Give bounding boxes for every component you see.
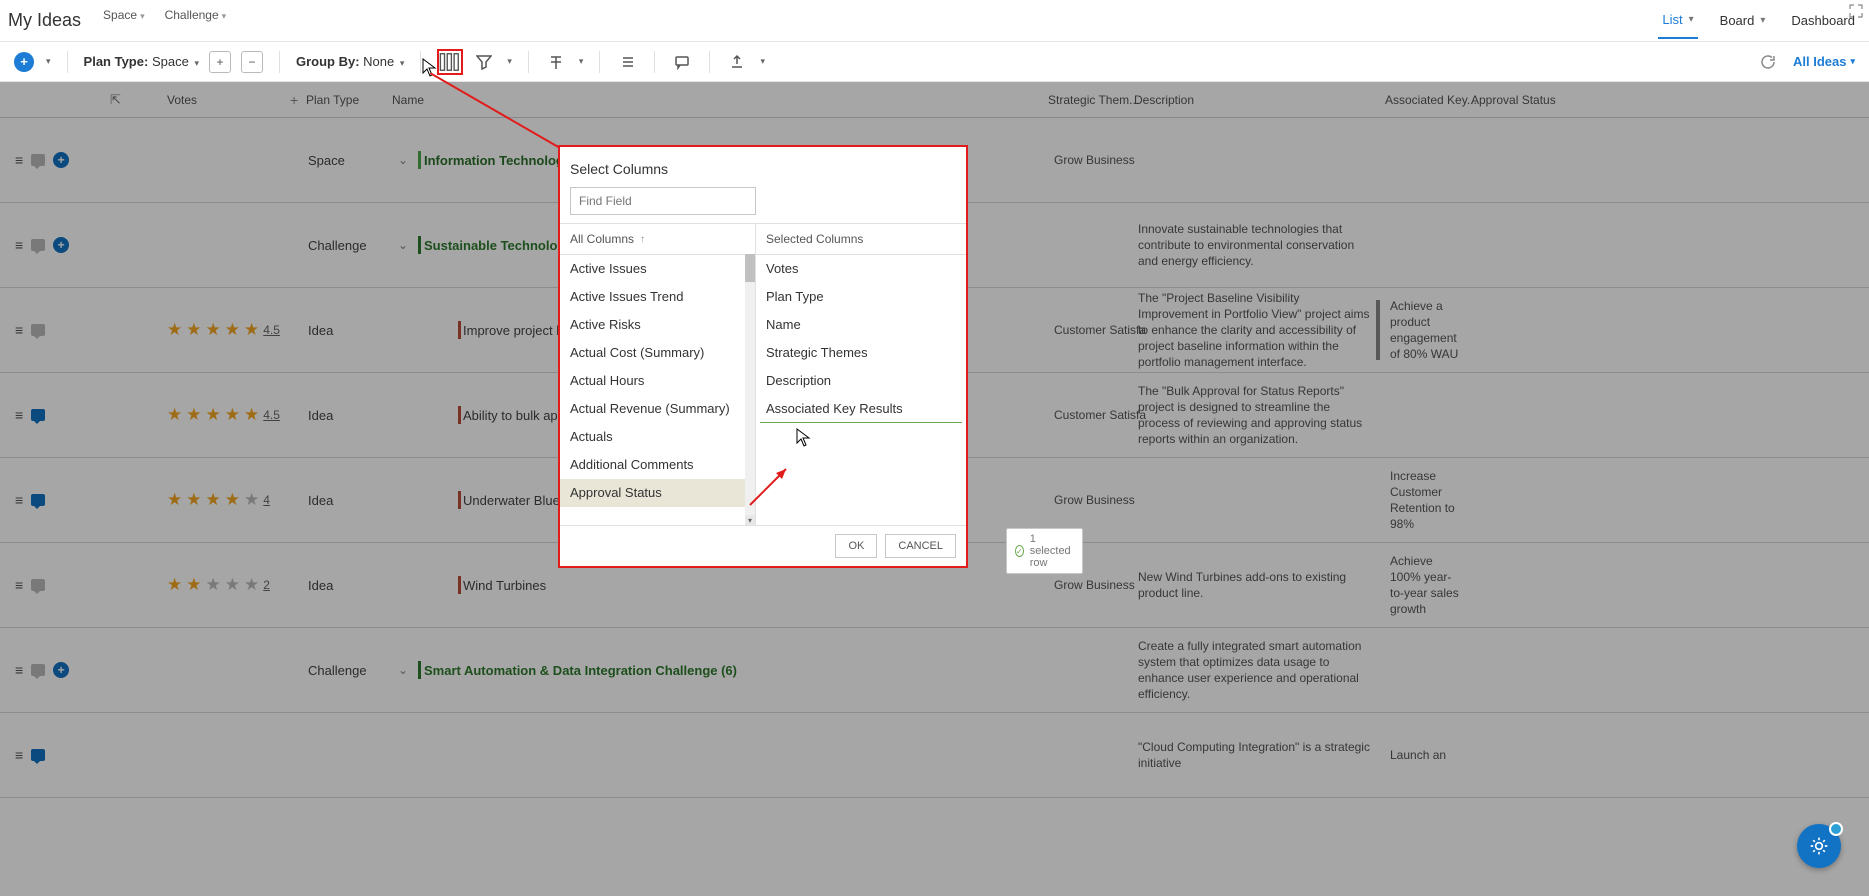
upload-icon[interactable]	[726, 51, 748, 73]
breadcrumb-space[interactable]: Space▾	[93, 4, 155, 26]
column-option[interactable]: Additional Comments	[560, 451, 755, 479]
separator	[528, 51, 529, 73]
separator	[709, 51, 710, 73]
collapse-minus-icon[interactable]: −	[241, 51, 263, 73]
check-icon: ✓	[1015, 545, 1024, 557]
all-ideas-dropdown[interactable]: All Ideas▾	[1793, 54, 1855, 69]
view-board[interactable]: Board▾	[1716, 3, 1770, 38]
selected-column-item[interactable]: Associated Key Results	[756, 395, 966, 423]
notification-badge	[1829, 822, 1843, 836]
cursor-icon	[796, 428, 812, 448]
column-option[interactable]: Actual Hours	[560, 367, 755, 395]
view-dashboard[interactable]: Dashboard	[1787, 3, 1859, 38]
column-option[interactable]: Active Issues	[560, 255, 755, 283]
group-by-filter[interactable]: Group By: None ▾	[296, 54, 404, 69]
cursor-icon	[422, 58, 438, 78]
list-icon[interactable]	[616, 51, 638, 73]
sort-asc-icon: ↑	[640, 234, 645, 245]
column-option[interactable]: Approval Status	[560, 479, 755, 507]
selected-columns-header: Selected Columns	[756, 224, 966, 255]
toolbar: + ▾ Plan Type: Space ▾ + − Group By: Non…	[0, 42, 1869, 82]
selected-column-item[interactable]: Description	[756, 367, 966, 395]
breadcrumb-challenge[interactable]: Challenge▾	[155, 4, 237, 26]
all-columns-header[interactable]: All Columns↑	[560, 224, 755, 255]
separator	[599, 51, 600, 73]
selected-column-item[interactable]: Name	[756, 311, 966, 339]
help-fab[interactable]	[1797, 824, 1841, 868]
sort-icon[interactable]	[545, 51, 567, 73]
scroll-down-icon[interactable]: ▾	[745, 515, 755, 525]
page-title: My Ideas	[8, 10, 81, 31]
comment-icon[interactable]	[671, 51, 693, 73]
separator	[279, 51, 280, 73]
chevron-down-icon: ▾	[1689, 14, 1694, 25]
chevron-down-icon[interactable]: ▾	[46, 56, 51, 67]
all-columns-list: Active IssuesActive Issues TrendActive R…	[560, 255, 755, 525]
expand-plus-icon[interactable]: +	[209, 51, 231, 73]
select-columns-dialog: Select Columns All Columns↑ Active Issue…	[558, 145, 968, 568]
column-option[interactable]: Actual Cost (Summary)	[560, 339, 755, 367]
gear-icon	[1809, 836, 1829, 856]
chevron-down-icon: ▾	[140, 11, 145, 21]
find-field-input[interactable]	[570, 187, 756, 215]
column-option[interactable]: Actual Revenue (Summary)	[560, 395, 755, 423]
chevron-down-icon: ▾	[1760, 15, 1765, 26]
page-header: My Ideas Space▾ Challenge▾ List▾ Board▾ …	[0, 0, 1869, 42]
column-option[interactable]: Active Risks	[560, 311, 755, 339]
selected-column-item[interactable]: Plan Type	[756, 283, 966, 311]
chevron-down-icon[interactable]: ▾	[760, 56, 765, 67]
refresh-icon[interactable]	[1757, 51, 1779, 73]
scrollbar-thumb[interactable]	[745, 254, 755, 282]
selected-column-item[interactable]: Strategic Themes	[756, 339, 966, 367]
chevron-down-icon[interactable]: ▾	[507, 56, 512, 67]
separator	[654, 51, 655, 73]
plan-type-filter[interactable]: Plan Type: Space ▾	[84, 54, 199, 69]
selected-column-item[interactable]: Votes	[756, 255, 966, 283]
cancel-button[interactable]: CANCEL	[885, 534, 956, 558]
ok-button[interactable]: OK	[835, 534, 877, 558]
columns-button[interactable]	[437, 49, 463, 75]
scrollbar-track[interactable]	[745, 254, 755, 525]
view-list[interactable]: List▾	[1658, 2, 1697, 39]
column-option[interactable]: Actuals	[560, 423, 755, 451]
filter-icon[interactable]	[473, 51, 495, 73]
column-option[interactable]: Active Issues Trend	[560, 283, 755, 311]
dialog-title: Select Columns	[560, 147, 966, 187]
selected-row-badge: ✓ 1 selected row	[1006, 528, 1083, 574]
add-button[interactable]: +	[14, 52, 34, 72]
drop-indicator	[760, 422, 962, 423]
selected-columns-list: VotesPlan TypeNameStrategic ThemesDescri…	[756, 255, 966, 525]
chevron-down-icon[interactable]: ▾	[579, 56, 584, 67]
separator	[67, 51, 68, 73]
chevron-down-icon: ▾	[222, 11, 227, 21]
